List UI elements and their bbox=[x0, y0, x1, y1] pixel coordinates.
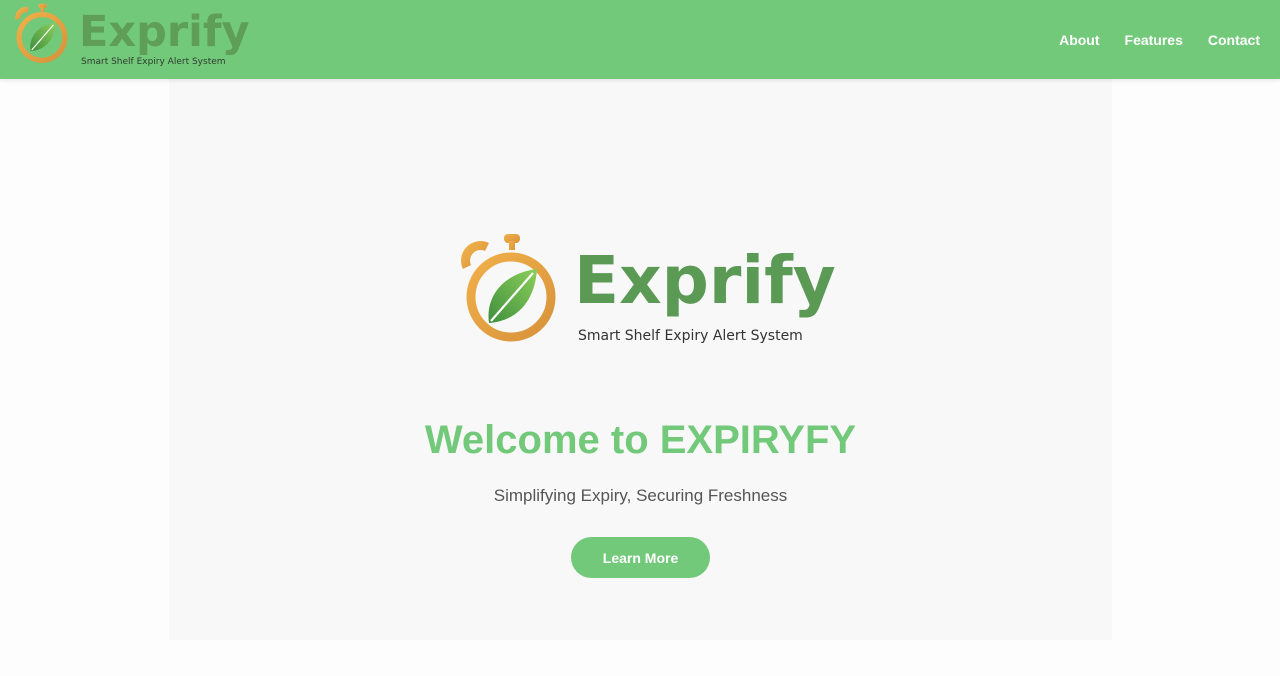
hero-section: Exprify Smart Shelf Expiry Alert System … bbox=[169, 79, 1112, 640]
hero-brand-name: Exprify bbox=[574, 242, 836, 319]
hero-brand-tagline: Smart Shelf Expiry Alert System bbox=[578, 328, 803, 344]
nav-link-about[interactable]: About bbox=[1059, 32, 1099, 48]
stopwatch-leaf-icon bbox=[461, 234, 556, 342]
hero-title: Welcome to EXPIRYFY bbox=[424, 418, 857, 462]
learn-more-button[interactable]: Learn More bbox=[571, 537, 710, 578]
header-brand-name: Exprify bbox=[79, 7, 250, 57]
hero-logo: Exprify Smart Shelf Expiry Alert System bbox=[461, 233, 836, 349]
header-logo[interactable]: Exprify Smart Shelf Expiry Alert System bbox=[12, 2, 250, 72]
hero-subtitle: Simplifying Expiry, Securing Freshness bbox=[493, 486, 788, 505]
main-nav: About Features Contact bbox=[1059, 0, 1260, 79]
site-header: Exprify Smart Shelf Expiry Alert System … bbox=[0, 0, 1280, 79]
stopwatch-leaf-icon bbox=[15, 3, 68, 63]
header-brand-tagline: Smart Shelf Expiry Alert System bbox=[81, 57, 226, 67]
nav-link-contact[interactable]: Contact bbox=[1208, 32, 1260, 48]
nav-link-features[interactable]: Features bbox=[1125, 32, 1183, 48]
